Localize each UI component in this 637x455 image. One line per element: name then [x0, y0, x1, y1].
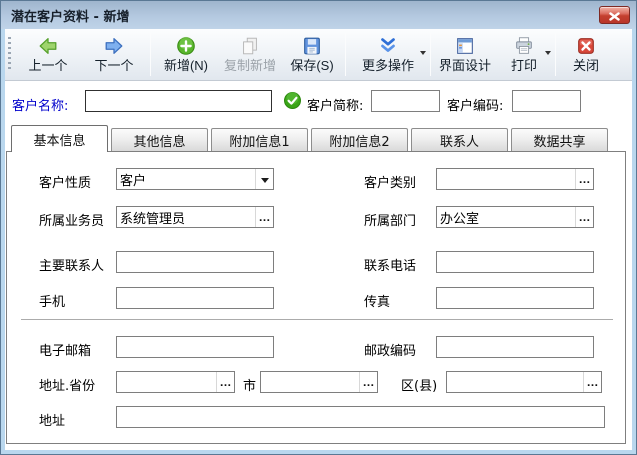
next-label: 下一个 — [94, 58, 133, 74]
department-input[interactable] — [437, 207, 575, 227]
toolbar-separator — [555, 33, 556, 76]
customer-category-input[interactable] — [437, 169, 575, 189]
tab-contacts[interactable]: 联系人 — [411, 128, 508, 151]
district-label: 区(县) — [401, 375, 437, 394]
ui-design-button[interactable]: 界面设计 — [434, 29, 496, 80]
salesman-field[interactable]: … — [116, 206, 274, 228]
province-input[interactable] — [117, 372, 216, 392]
print-button[interactable]: 打印 — [496, 29, 552, 80]
dropdown-caret-icon — [420, 51, 426, 55]
close-x-icon — [575, 33, 597, 58]
copy-new-label: 复制新增 — [224, 58, 276, 74]
close-button[interactable]: 关闭 — [559, 29, 613, 80]
customer-nature-combobox[interactable] — [116, 168, 274, 190]
save-label: 保存(S) — [290, 58, 333, 74]
mobile-label: 手机 — [39, 291, 65, 310]
city-field[interactable]: … — [260, 371, 378, 393]
salesman-input[interactable] — [117, 207, 255, 227]
province-label: 地址.省份 — [39, 375, 95, 394]
toolbar-separator — [150, 33, 151, 76]
district-ellipsis-button[interactable]: … — [583, 372, 601, 392]
tab-other-info[interactable]: 其他信息 — [111, 128, 208, 151]
window-layout-icon — [454, 33, 476, 58]
previous-button[interactable]: 上一个 — [15, 29, 81, 80]
printer-icon — [513, 33, 535, 58]
customer-nature-label: 客户性质 — [39, 172, 91, 191]
province-ellipsis-button[interactable]: … — [216, 372, 234, 392]
city-ellipsis-button[interactable]: … — [359, 372, 377, 392]
ui-design-label: 界面设计 — [439, 58, 491, 74]
tab-extra-info-1[interactable]: 附加信息1 — [211, 128, 308, 151]
main-contact-label: 主要联系人 — [39, 255, 104, 274]
copy-icon — [239, 33, 261, 58]
print-label: 打印 — [511, 58, 537, 74]
customer-short-name-input[interactable] — [371, 90, 440, 112]
arrow-right-icon — [103, 33, 125, 58]
main-contact-input[interactable] — [116, 251, 274, 273]
combo-arrow-icon — [261, 178, 269, 183]
new-button[interactable]: 新增(N) — [154, 29, 218, 80]
address-label: 地址 — [39, 410, 65, 429]
salesman-label: 所属业务员 — [39, 210, 104, 229]
save-button[interactable]: 保存(S) — [282, 29, 342, 80]
valid-check-icon — [284, 92, 301, 113]
department-field[interactable]: … — [436, 206, 594, 228]
customer-category-label: 客户类别 — [364, 172, 416, 191]
close-label: 关闭 — [573, 58, 599, 74]
customer-code-label: 客户编码: — [447, 95, 503, 114]
postal-code-input[interactable] — [436, 336, 594, 358]
tab-basic-info[interactable]: 基本信息 — [11, 125, 108, 152]
mobile-input[interactable] — [116, 287, 274, 309]
toolbar: 上一个 下一个 新增(N) 复制新增 — [5, 29, 632, 81]
salesman-ellipsis-button[interactable]: … — [255, 207, 273, 227]
customer-nature-input[interactable] — [117, 169, 255, 189]
previous-label: 上一个 — [28, 58, 67, 74]
city-input[interactable] — [261, 372, 359, 392]
department-label: 所属部门 — [364, 210, 416, 229]
email-label: 电子邮箱 — [39, 340, 91, 359]
basic-info-panel: 客户性质 客户类别 … 所属业务员 … 所属部门 … 主要联系人 — [6, 151, 626, 444]
customer-name-input[interactable] — [85, 90, 272, 112]
copy-new-button: 复制新增 — [218, 29, 282, 80]
customer-nature-dropdown-button[interactable] — [255, 169, 273, 189]
titlebar: 潜在客户资料 - 新增 — [1, 1, 636, 29]
form-section-divider — [21, 319, 613, 320]
next-button[interactable]: 下一个 — [81, 29, 147, 80]
province-field[interactable]: … — [116, 371, 235, 393]
department-ellipsis-button[interactable]: … — [575, 207, 593, 227]
more-actions-label: 更多操作 — [362, 58, 414, 74]
fax-input[interactable] — [436, 287, 594, 309]
phone-label: 联系电话 — [364, 255, 416, 274]
more-actions-button[interactable]: 更多操作 — [349, 29, 427, 80]
city-label: 市 — [243, 375, 256, 394]
customer-category-field[interactable]: … — [436, 168, 594, 190]
dropdown-caret-icon — [545, 51, 551, 55]
tab-data-sharing[interactable]: 数据共享 — [511, 128, 608, 151]
dialog-body: 上一个 下一个 新增(N) 复制新增 — [1, 29, 636, 454]
window-title: 潜在客户资料 - 新增 — [11, 6, 129, 25]
customer-category-ellipsis-button[interactable]: … — [575, 169, 593, 189]
customer-short-name-label: 客户简称: — [307, 95, 363, 114]
tab-extra-info-2[interactable]: 附加信息2 — [311, 128, 408, 151]
fax-label: 传真 — [364, 291, 390, 310]
district-input[interactable] — [447, 372, 583, 392]
customer-code-input[interactable] — [512, 90, 581, 112]
new-label: 新增(N) — [164, 58, 208, 74]
email-input[interactable] — [116, 336, 274, 358]
toolbar-separator — [345, 33, 346, 76]
add-icon — [175, 33, 197, 58]
address-input[interactable] — [116, 406, 605, 428]
phone-input[interactable] — [436, 251, 594, 273]
postal-code-label: 邮政编码 — [364, 340, 416, 359]
toolbar-separator — [430, 33, 431, 76]
save-icon — [301, 33, 323, 58]
tab-strip: 基本信息 其他信息 附加信息1 附加信息2 联系人 数据共享 — [11, 125, 626, 151]
dialog-window: 潜在客户资料 - 新增 上一个 下一个 — [0, 0, 637, 455]
arrow-left-icon — [37, 33, 59, 58]
window-close-button[interactable] — [599, 6, 630, 24]
double-chevron-down-icon — [377, 33, 399, 58]
close-x-icon — [609, 6, 620, 25]
customer-name-label: 客户名称: — [12, 95, 68, 114]
district-field[interactable]: … — [446, 371, 602, 393]
